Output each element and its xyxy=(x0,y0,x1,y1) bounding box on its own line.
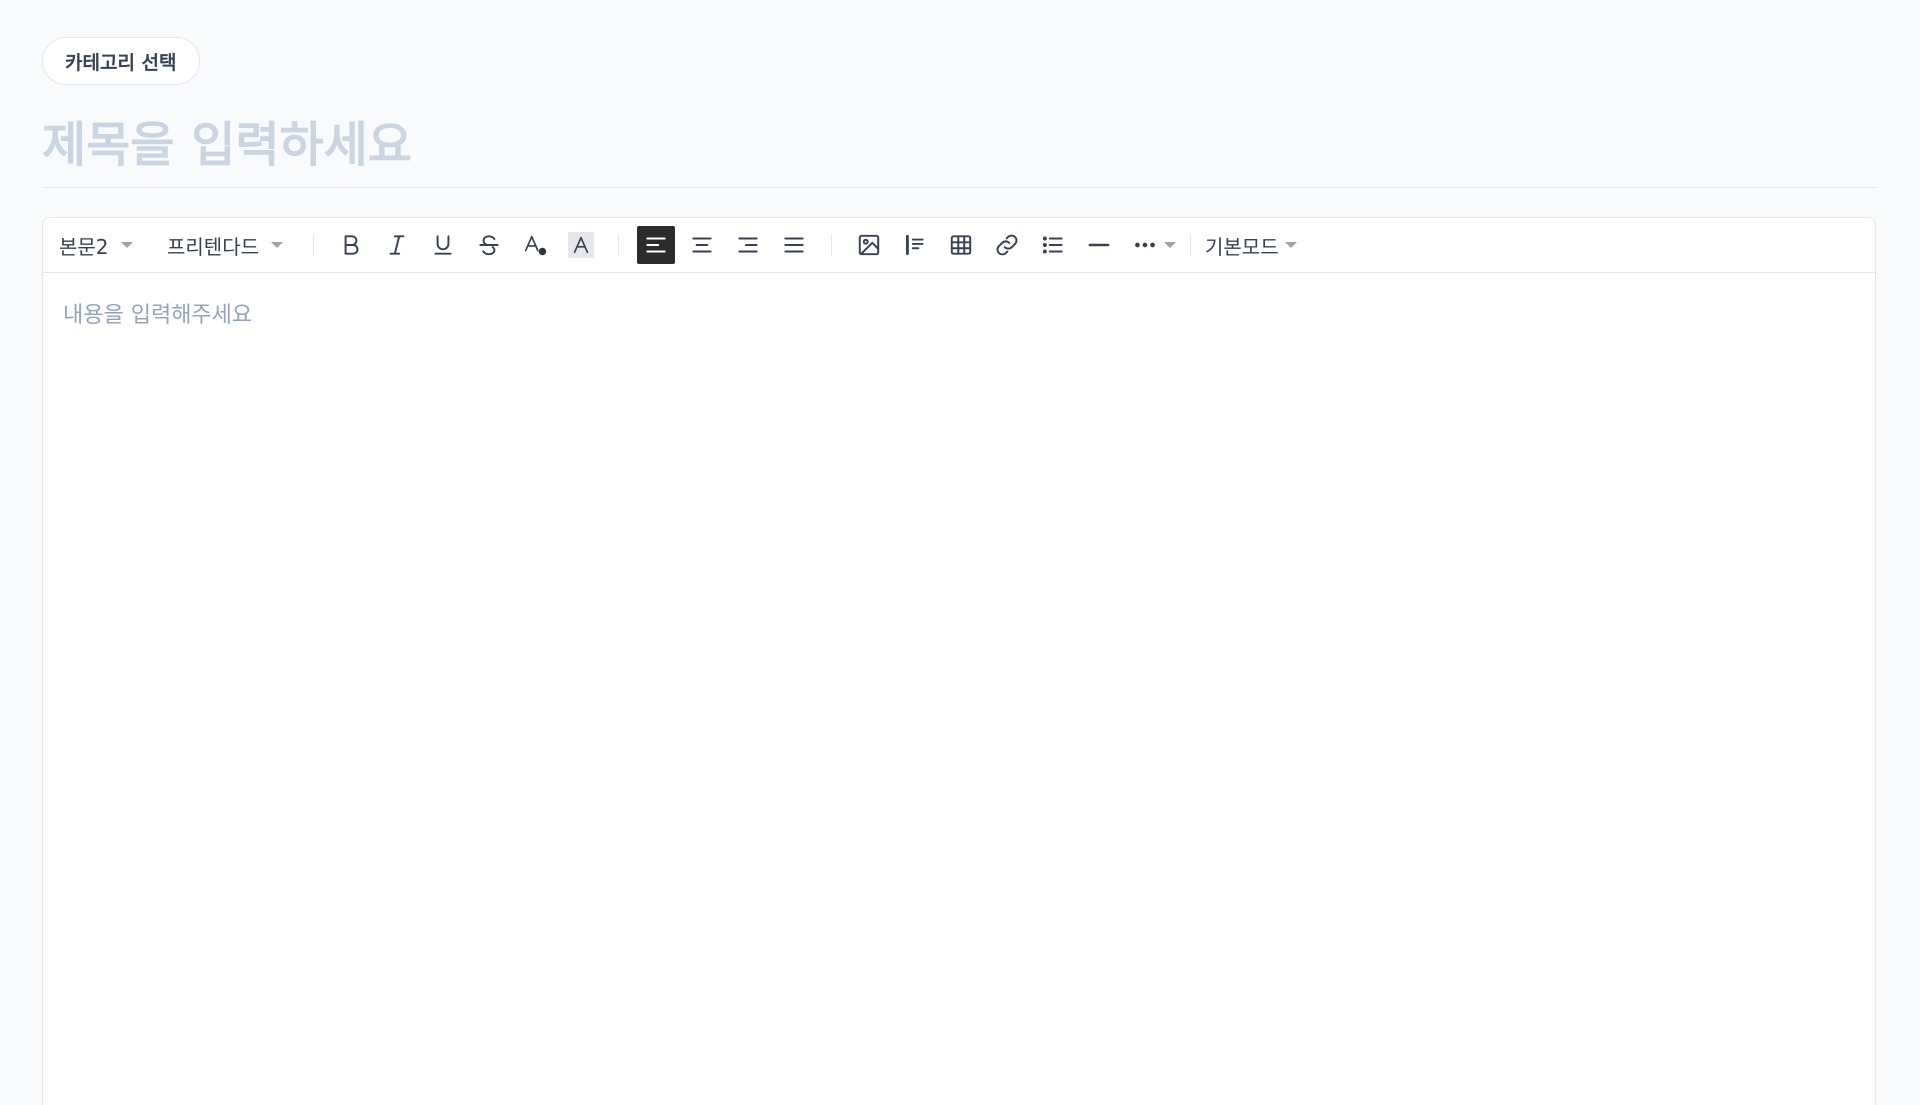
editor-body-input[interactable] xyxy=(63,297,1855,1077)
paragraph-style-value: 본문2 xyxy=(59,234,109,259)
paragraph-style-dropdown[interactable]: 본문2 xyxy=(59,225,151,265)
align-right-icon xyxy=(738,237,758,253)
category-select-label: 카테고리 선택 xyxy=(65,51,177,74)
editor-mode-dropdown[interactable]: 기본모드 xyxy=(1205,225,1297,265)
italic-button[interactable] xyxy=(378,226,416,264)
more-icon xyxy=(1135,242,1155,248)
post-editor-page: 카테고리 선택 본문2 프리텐다드 xyxy=(0,0,1920,1105)
align-left-icon xyxy=(646,237,666,253)
more-tools-dropdown[interactable] xyxy=(1122,226,1176,264)
text-background-button[interactable] xyxy=(562,226,600,264)
chevron-down-icon xyxy=(120,242,133,248)
strikethrough-button[interactable] xyxy=(470,226,508,264)
link-icon xyxy=(996,234,1018,256)
align-justify-button[interactable] xyxy=(775,226,813,264)
underline-icon xyxy=(434,235,452,255)
align-right-button[interactable] xyxy=(729,226,767,264)
rich-text-editor: 본문2 프리텐다드 기본모드 내용을 입력해주세요 xyxy=(42,217,1876,1105)
text-color-icon xyxy=(524,235,547,256)
align-justify-icon xyxy=(784,237,804,253)
table-icon xyxy=(950,235,972,255)
insert-table-button[interactable] xyxy=(942,226,980,264)
italic-icon xyxy=(389,235,405,255)
align-center-button[interactable] xyxy=(683,226,721,264)
toolbar-divider xyxy=(618,234,619,256)
quote-icon xyxy=(906,234,924,256)
more-button[interactable] xyxy=(1126,226,1164,264)
font-family-value: 프리텐다드 xyxy=(167,234,259,259)
list-icon xyxy=(1042,236,1063,254)
bold-button[interactable] xyxy=(332,226,370,264)
chevron-down-icon xyxy=(1164,242,1176,248)
bold-icon xyxy=(344,235,359,255)
horizontal-rule-icon xyxy=(1088,243,1110,247)
editor-content xyxy=(43,273,1875,1105)
text-background-icon xyxy=(573,236,589,254)
align-center-icon xyxy=(692,237,712,253)
title-input[interactable] xyxy=(42,113,1878,177)
bullet-list-button[interactable] xyxy=(1034,226,1072,264)
horizontal-rule-button[interactable] xyxy=(1080,226,1118,264)
editor-toolbar: 본문2 프리텐다드 기본모드 xyxy=(43,218,1875,273)
title-wrapper xyxy=(42,113,1878,188)
quote-button[interactable] xyxy=(896,226,934,264)
text-color-button[interactable] xyxy=(516,226,554,264)
toolbar-divider xyxy=(313,234,314,256)
insert-link-button[interactable] xyxy=(988,226,1026,264)
underline-button[interactable] xyxy=(424,226,462,264)
insert-image-button[interactable] xyxy=(850,226,888,264)
category-select-button[interactable]: 카테고리 선택 xyxy=(42,37,200,85)
align-left-button[interactable] xyxy=(637,226,675,264)
toolbar-divider xyxy=(831,234,832,256)
strikethrough-icon xyxy=(479,235,499,256)
text-background-swatch xyxy=(568,232,594,258)
chevron-down-icon xyxy=(271,242,283,248)
toolbar-divider xyxy=(1190,234,1191,256)
chevron-down-icon xyxy=(1284,242,1297,248)
editor-mode-value: 기본모드 xyxy=(1205,234,1279,259)
font-family-dropdown[interactable]: 프리텐다드 xyxy=(167,225,295,265)
image-icon xyxy=(858,234,880,256)
